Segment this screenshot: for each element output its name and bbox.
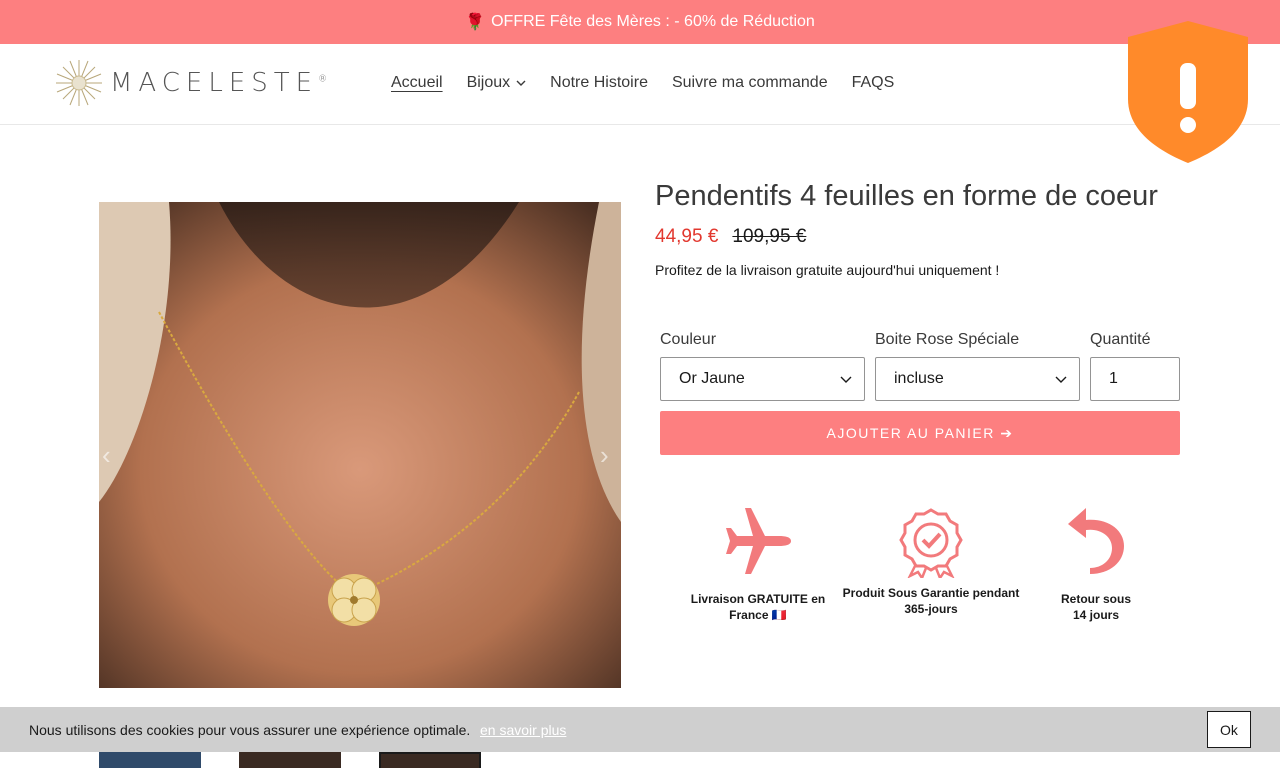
original-price: 109,95 € [732,226,807,247]
thumbnail[interactable] [99,752,201,768]
next-image-arrow[interactable]: › [600,440,609,471]
box-label: Boite Rose Spéciale [875,331,1020,348]
rose-icon: 🌹 [465,14,486,31]
badge-guarantee: Produit Sous Garantie pendant 365-jours [838,506,1024,617]
prev-image-arrow[interactable]: ‹ [102,440,111,471]
chevron-down-icon [840,376,852,383]
color-select[interactable]: Or Jaune [660,357,865,401]
nav-item-faqs[interactable]: FAQS [852,74,895,92]
price-block: 44,95 € 109,95 € [655,226,806,248]
cookie-learn-more-link[interactable]: en savoir plus [480,722,566,738]
nav-item-bijoux[interactable]: Bijoux [467,74,527,92]
shipping-note: Profitez de la livraison gratuite aujour… [655,262,1000,278]
cookie-text: Nous utilisons des cookies pour vous ass… [29,722,471,738]
color-label: Couleur [660,331,717,348]
guarantee-seal-icon [899,508,963,581]
sun-logo-icon [56,60,102,106]
promo-text: OFFRE Fête des Mères : - 60% de Réductio… [491,13,815,30]
shield-warning-icon[interactable] [1126,19,1250,165]
product-title: Pendentifs 4 feuilles en forme de coeur [655,180,1158,212]
box-select[interactable]: incluse [875,357,1080,401]
cookie-ok-button[interactable]: Ok [1207,711,1251,748]
necklace-photo [99,202,621,688]
logo[interactable]: MACELESTE® [54,58,327,108]
cookie-banner: Nous utilisons des cookies pour vous ass… [0,707,1280,752]
badge-returns: Retour sous 14 jours [1050,506,1142,623]
thumbnail-strip [99,752,481,768]
quantity-input[interactable]: 1 [1090,357,1180,401]
chevron-down-icon [516,80,526,86]
quantity-label: Quantité [1090,331,1151,348]
promo-banner: 🌹 OFFRE Fête des Mères : - 60% de Réduct… [0,0,1280,44]
nav-item-accueil[interactable]: Accueil [391,74,443,92]
main-nav: Accueil Bijoux Notre Histoire Suivre ma … [391,74,894,92]
add-to-cart-button[interactable]: AJOUTER AU PANIER ➔ [660,411,1180,455]
thumbnail[interactable] [239,752,341,768]
return-arrow-icon [1068,508,1124,574]
logo-text: MACELESTE® [110,68,328,98]
product-image[interactable] [99,202,621,688]
badge-free-shipping: Livraison GRATUITE en France 🇫🇷 [688,506,828,623]
nav-item-suivre-commande[interactable]: Suivre ma commande [672,74,828,92]
sale-price: 44,95 € [655,226,719,247]
chevron-down-icon [1055,376,1067,383]
site-header: MACELESTE® Accueil Bijoux Notre Histoire… [0,44,1280,125]
nav-item-notre-histoire[interactable]: Notre Histoire [550,74,648,92]
airplane-icon [726,508,791,574]
thumbnail-active[interactable] [379,752,481,768]
